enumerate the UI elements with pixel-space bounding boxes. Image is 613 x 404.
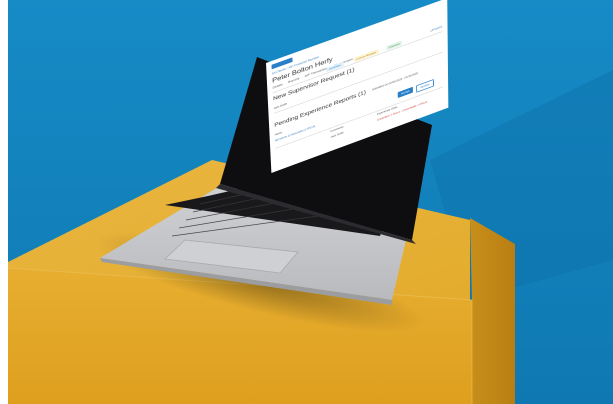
accept-button[interactable]: Accept	[398, 87, 413, 98]
photo-scene: All Clients › AIP Financial Member Peter…	[0, 0, 613, 404]
yellow-block-side	[470, 218, 515, 404]
col-name-header: Name	[275, 131, 282, 137]
